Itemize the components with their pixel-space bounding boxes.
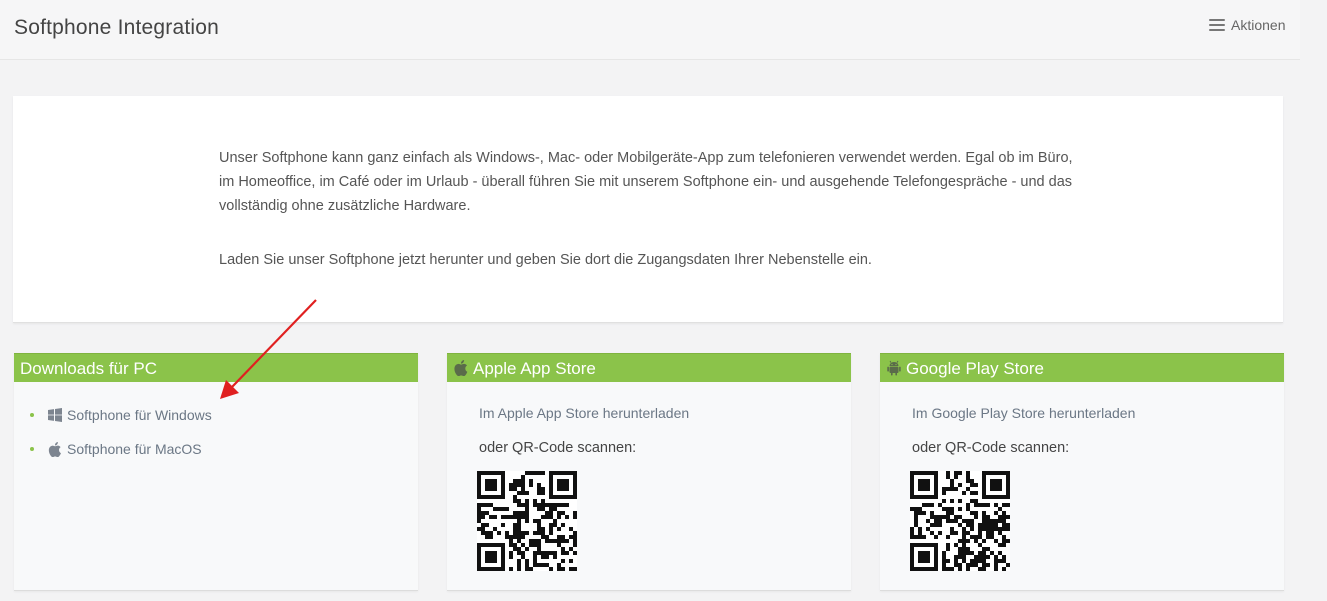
actions-button[interactable]: Aktionen bbox=[1209, 17, 1285, 33]
android-icon bbox=[886, 360, 902, 376]
page-header: Softphone Integration Aktionen bbox=[0, 0, 1300, 60]
panel-apple-app-store: Apple App Store Im Apple App Store herun… bbox=[447, 353, 851, 591]
hamburger-menu-icon bbox=[1209, 19, 1225, 31]
list-item: Softphone für Windows bbox=[30, 405, 212, 425]
page-title: Softphone Integration bbox=[14, 16, 220, 39]
panel-header: Downloads für PC bbox=[14, 353, 418, 382]
intro-instruction: Laden Sie unser Softphone jetzt herunter… bbox=[219, 252, 872, 268]
apple-icon bbox=[453, 360, 469, 376]
panel-title: Google Play Store bbox=[906, 358, 1044, 378]
list-item: Softphone für MacOS bbox=[30, 439, 212, 459]
panel-header: Apple App Store bbox=[447, 353, 851, 382]
panel-downloads-pc: Downloads für PC Softphone für Windows S… bbox=[14, 353, 418, 591]
panel-google-play-store: Google Play Store Im Google Play Store h… bbox=[880, 353, 1284, 591]
apple-store-download-link[interactable]: Im Apple App Store herunterladen bbox=[479, 405, 689, 421]
intro-card: Unser Softphone kann ganz einfach als Wi… bbox=[13, 96, 1283, 323]
download-windows-link[interactable]: Softphone für Windows bbox=[67, 407, 212, 423]
qr-code-label: oder QR-Code scannen: bbox=[479, 440, 637, 456]
download-macos-link[interactable]: Softphone für MacOS bbox=[67, 441, 202, 457]
download-list: Softphone für Windows Softphone für MacO… bbox=[30, 405, 212, 473]
qr-code-label: oder QR-Code scannen: bbox=[912, 440, 1070, 456]
windows-icon bbox=[47, 407, 63, 423]
apple-icon bbox=[47, 441, 63, 457]
panel-title: Downloads für PC bbox=[20, 358, 158, 378]
google-store-download-link[interactable]: Im Google Play Store herunterladen bbox=[912, 405, 1135, 421]
qr-code-image bbox=[477, 471, 577, 571]
actions-label: Aktionen bbox=[1231, 17, 1286, 33]
panel-title: Apple App Store bbox=[473, 358, 596, 378]
qr-code-image bbox=[910, 471, 1010, 571]
bullet-icon bbox=[30, 447, 34, 451]
page: Softphone Integration Aktionen Unser Sof… bbox=[0, 0, 1327, 601]
panel-header: Google Play Store bbox=[880, 353, 1284, 382]
intro-paragraph: Unser Softphone kann ganz einfach als Wi… bbox=[219, 150, 1073, 214]
bullet-icon bbox=[30, 413, 34, 417]
